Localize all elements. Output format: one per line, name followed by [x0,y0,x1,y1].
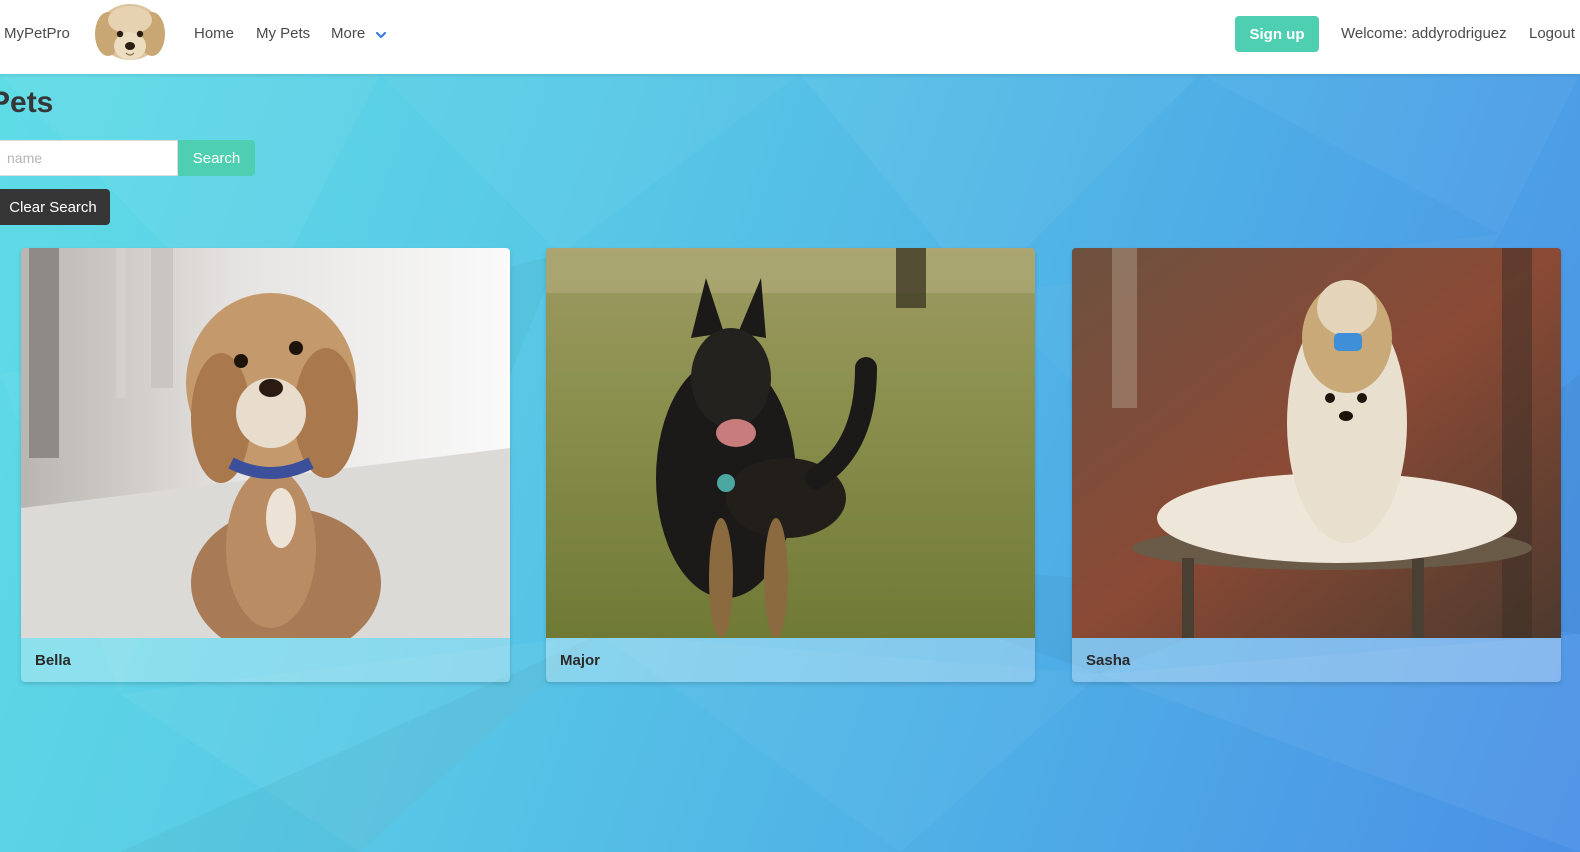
logout-link[interactable]: Logout [1529,25,1575,42]
pet-photo [1072,248,1561,638]
pet-photo [21,248,510,638]
pet-card-footer: Bella [21,638,510,682]
pet-card[interactable]: Major [546,248,1035,682]
pet-card-footer: Sasha [1072,638,1561,682]
page-title: Pets [0,86,54,119]
top-navbar: MyPetPro Home My Pets More Sign up Welco… [0,0,1580,74]
dog-logo-icon[interactable] [82,0,178,70]
brand-name[interactable]: MyPetPro [4,25,70,42]
nav-more-dropdown[interactable]: More [331,25,365,42]
pet-card[interactable]: Bella [21,248,510,682]
signup-button[interactable]: Sign up [1235,16,1319,52]
nav-my-pets-link[interactable]: My Pets [256,25,310,42]
pet-name: Bella [35,652,71,669]
search-name-input[interactable] [0,140,178,176]
pet-name: Major [560,652,601,669]
welcome-text: Welcome: addyrodriguez [1341,25,1507,42]
clear-search-button[interactable]: Clear Search [0,189,110,225]
chevron-down-icon[interactable] [374,28,388,42]
pet-card[interactable]: Sasha [1072,248,1561,682]
search-button[interactable]: Search [178,140,255,176]
pet-name: Sasha [1086,652,1131,669]
pet-photo [546,248,1035,638]
nav-home-link[interactable]: Home [194,25,234,42]
pet-card-footer: Major [546,638,1035,682]
